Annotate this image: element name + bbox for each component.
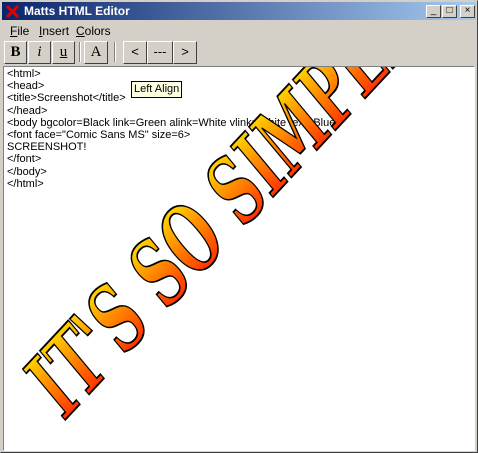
window-title: Matts HTML Editor bbox=[24, 4, 130, 18]
align-center-button[interactable]: --- bbox=[147, 41, 173, 64]
minimize-button[interactable]: _ bbox=[426, 5, 441, 18]
toolbar: B i u A < --- > bbox=[1, 39, 477, 65]
italic-button[interactable]: i bbox=[28, 41, 51, 64]
wordart-image: IT'S SO SIMPLE!!! bbox=[4, 67, 474, 435]
close-button[interactable]: × bbox=[460, 5, 475, 18]
title-bar[interactable]: Matts HTML Editor _ □ × bbox=[2, 2, 476, 20]
underline-button[interactable]: u bbox=[52, 41, 75, 64]
toolbar-separator bbox=[114, 42, 116, 62]
align-right-button[interactable]: > bbox=[173, 41, 197, 64]
menu-colors[interactable]: Colors bbox=[76, 24, 111, 38]
bold-button[interactable]: B bbox=[4, 41, 27, 64]
menu-insert[interactable]: Insert bbox=[39, 24, 69, 38]
wordart-text: IT'S SO SIMPLE!!! bbox=[4, 67, 474, 435]
maximize-button[interactable]: □ bbox=[442, 5, 457, 18]
editor-window: Matts HTML Editor _ □ × File Insert Colo… bbox=[0, 0, 478, 453]
app-x-icon bbox=[5, 4, 20, 19]
tooltip: Left Align bbox=[131, 81, 183, 98]
toolbar-separator bbox=[79, 42, 81, 62]
code-editor[interactable]: <html> <head> <title>Screenshot</title> … bbox=[3, 66, 475, 451]
font-button[interactable]: A bbox=[84, 41, 108, 64]
align-left-button[interactable]: < bbox=[123, 41, 147, 64]
menu-file[interactable]: File bbox=[10, 24, 29, 38]
